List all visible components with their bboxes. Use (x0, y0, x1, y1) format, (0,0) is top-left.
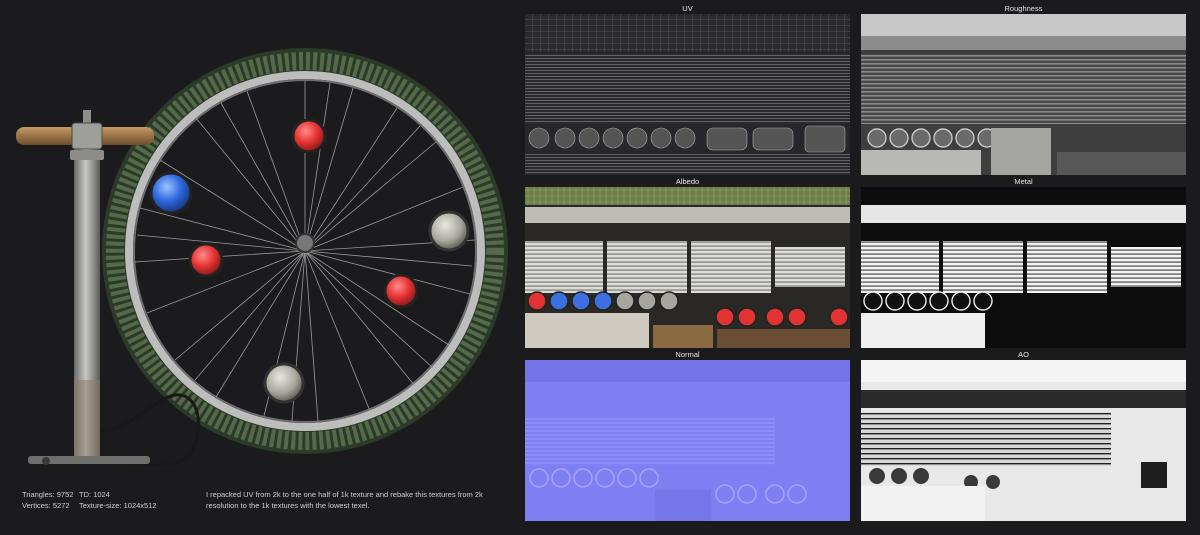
mesh-stats: Triangles: 9752 TD: 1024 Vertices: 5272 … (22, 489, 157, 511)
panel-title: UV (682, 4, 693, 13)
panel-metal: Metal (861, 176, 1186, 348)
vertices-count: Vertices: 5272 (22, 501, 70, 510)
texture-size: Texture-size: 1024x512 (79, 501, 157, 510)
wheel (102, 48, 508, 454)
ao-map (861, 360, 1186, 521)
roughness-map (861, 14, 1186, 175)
reflector-red-right (383, 273, 419, 309)
reflector-blue (149, 171, 193, 215)
albedo-map (525, 187, 850, 348)
reflector-grey-right (428, 210, 470, 252)
description-note: I repacked UV from 2k to the one half of… (206, 490, 483, 510)
panel-ao: AO (861, 349, 1186, 521)
panel-title: Metal (1014, 177, 1033, 186)
triangles-count: Triangles: 9752 (22, 490, 74, 499)
panel-roughness: Roughness (861, 3, 1186, 175)
panel-albedo: Albedo (525, 176, 850, 348)
panel-title: Albedo (675, 177, 700, 186)
panel-title: Normal (675, 350, 700, 359)
model-render (16, 48, 508, 467)
panel-title: AO (1018, 350, 1029, 359)
reflector-grey-bottom (263, 362, 305, 404)
reflector-red-top (291, 118, 327, 154)
normal-map (525, 360, 850, 521)
texel-density: TD: 1024 (79, 490, 110, 499)
reflector-red-left (188, 242, 224, 278)
metal-map (861, 187, 1186, 348)
hub (295, 233, 315, 253)
panel-uv: UV (525, 3, 850, 175)
panel-title: Roughness (1004, 4, 1043, 13)
panel-normal: Normal (525, 349, 850, 521)
uv-map (525, 14, 850, 175)
